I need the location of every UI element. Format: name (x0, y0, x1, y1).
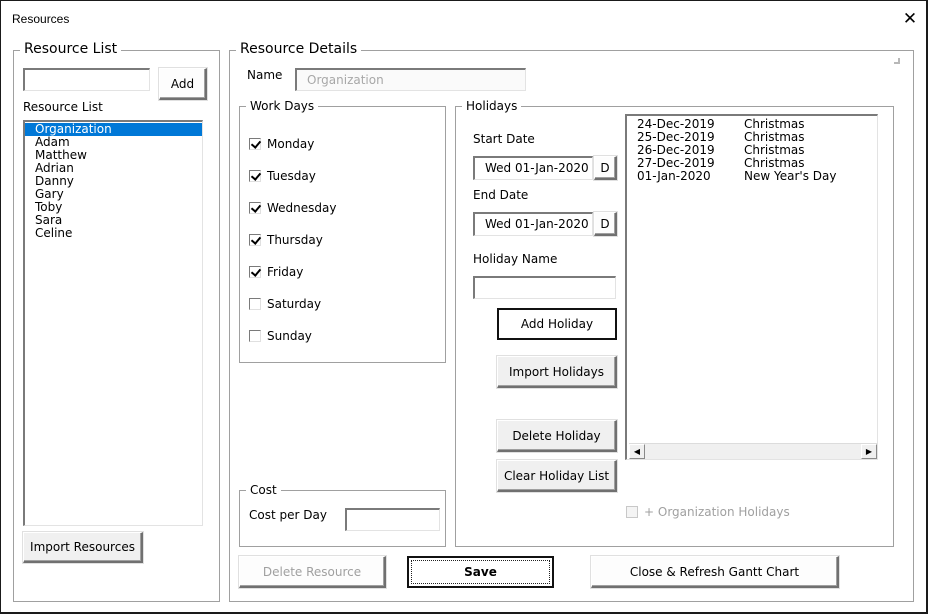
workday-tuesday[interactable]: Tuesday (249, 169, 316, 183)
workday-label: Friday (267, 265, 304, 279)
workday-checkbox[interactable] (249, 298, 261, 310)
org-holidays-checkbox[interactable] (626, 506, 638, 518)
holiday-listbox[interactable]: 24-Dec-2019 Christmas 25-Dec-2019 Christmas… (625, 114, 878, 460)
workday-checkbox[interactable] (249, 266, 261, 278)
resize-grip-icon (894, 58, 900, 64)
end-date-input[interactable]: Wed 01-Jan-2020 (473, 212, 593, 236)
new-resource-input[interactable] (23, 68, 150, 91)
workday-wednesday[interactable]: Wednesday (249, 201, 336, 215)
workday-label: Thursday (267, 233, 323, 247)
holiday-name-input[interactable] (473, 276, 616, 299)
workday-friday[interactable]: Friday (249, 265, 303, 279)
clear-holiday-list-button[interactable]: Clear Holiday List (497, 460, 617, 492)
holiday-list-item[interactable]: 01-Jan-2020 New Year's Day (627, 170, 877, 183)
add-resource-button[interactable]: Add (159, 68, 207, 100)
import-holidays-button[interactable]: Import Holidays (497, 356, 617, 388)
holidays-frame-label: Holidays (462, 98, 522, 114)
org-holidays-label: + Organization Holidays (644, 505, 790, 519)
save-button-focus-ring (411, 560, 550, 584)
delete-resource-button[interactable]: Delete Resource (239, 556, 386, 588)
delete-holiday-button[interactable]: Delete Holiday (497, 420, 617, 452)
name-field[interactable]: Organization (295, 68, 526, 91)
workday-label: Tuesday (267, 169, 316, 183)
workday-checkbox[interactable] (249, 330, 261, 342)
workday-sunday[interactable]: Sunday (249, 329, 312, 343)
close-refresh-gantt-button-label: Close & Refresh Gantt Chart (629, 564, 800, 579)
start-date-picker-button[interactable]: D (594, 156, 617, 180)
work-days-frame-label: Work Days (246, 98, 319, 114)
resource-list-frame-label: Resource List (20, 41, 122, 57)
clear-holiday-list-button-label: Clear Holiday List (503, 468, 610, 483)
add-holiday-button[interactable]: Add Holiday (497, 308, 617, 340)
import-resources-button[interactable]: Import Resources (23, 532, 143, 563)
start-date-input[interactable]: Wed 01-Jan-2020 (473, 156, 593, 180)
workday-monday[interactable]: Monday (249, 137, 314, 151)
workday-label: Monday (267, 137, 315, 151)
holiday-name: New Year's Day (744, 169, 837, 183)
name-label: Name (247, 68, 283, 82)
holiday-list-horizontal-scrollbar[interactable]: ◀ ▶ (629, 443, 877, 459)
scroll-right-icon[interactable]: ▶ (861, 444, 877, 459)
workday-thursday[interactable]: Thursday (249, 233, 323, 247)
workday-checkbox[interactable] (249, 170, 261, 182)
workday-label: Sunday (267, 329, 312, 343)
add-resource-button-label: Add (170, 76, 195, 91)
cost-per-day-label: Cost per Day (249, 508, 327, 522)
cost-frame-label: Cost (246, 482, 281, 498)
workday-checkbox[interactable] (249, 202, 261, 214)
import-holidays-button-label: Import Holidays (509, 364, 604, 379)
add-holiday-button-label: Add Holiday (520, 317, 594, 331)
save-button[interactable]: Save (407, 556, 554, 588)
resource-list-item[interactable]: Celine (25, 227, 202, 240)
close-icon[interactable]: ✕ (899, 8, 921, 30)
end-date-label: End Date (473, 188, 529, 202)
workday-label: Wednesday (267, 201, 337, 215)
window-title: Resources (12, 12, 70, 26)
start-date-picker-label: D (600, 160, 610, 175)
org-holidays-option[interactable]: + Organization Holidays (626, 505, 790, 519)
resources-dialog: Resources ✕ Resource List Add Resource L… (0, 0, 928, 614)
resource-listbox[interactable]: Organization Adam Matthew Adrian Danny Gary To… (23, 120, 203, 526)
start-date-label: Start Date (473, 132, 535, 146)
delete-holiday-button-label: Delete Holiday (512, 428, 601, 443)
resource-list-label: Resource List (23, 100, 103, 114)
import-resources-button-label: Import Resources (30, 540, 135, 554)
workday-checkbox[interactable] (249, 138, 261, 150)
workday-saturday[interactable]: Saturday (249, 297, 321, 311)
cost-per-day-input[interactable] (345, 508, 440, 531)
close-refresh-gantt-button[interactable]: Close & Refresh Gantt Chart (591, 556, 839, 588)
holiday-name-label: Holiday Name (473, 252, 558, 266)
delete-resource-button-label: Delete Resource (262, 564, 362, 579)
end-date-picker-button[interactable]: D (594, 212, 617, 236)
holiday-date: 01-Jan-2020 (637, 169, 711, 183)
resource-details-frame-label: Resource Details (236, 41, 362, 57)
holiday-list-rows: 24-Dec-2019 Christmas 25-Dec-2019 Christmas… (627, 118, 877, 183)
workday-checkbox[interactable] (249, 234, 261, 246)
scroll-left-icon[interactable]: ◀ (629, 444, 645, 459)
end-date-picker-label: D (600, 216, 610, 231)
workday-label: Saturday (267, 297, 322, 311)
